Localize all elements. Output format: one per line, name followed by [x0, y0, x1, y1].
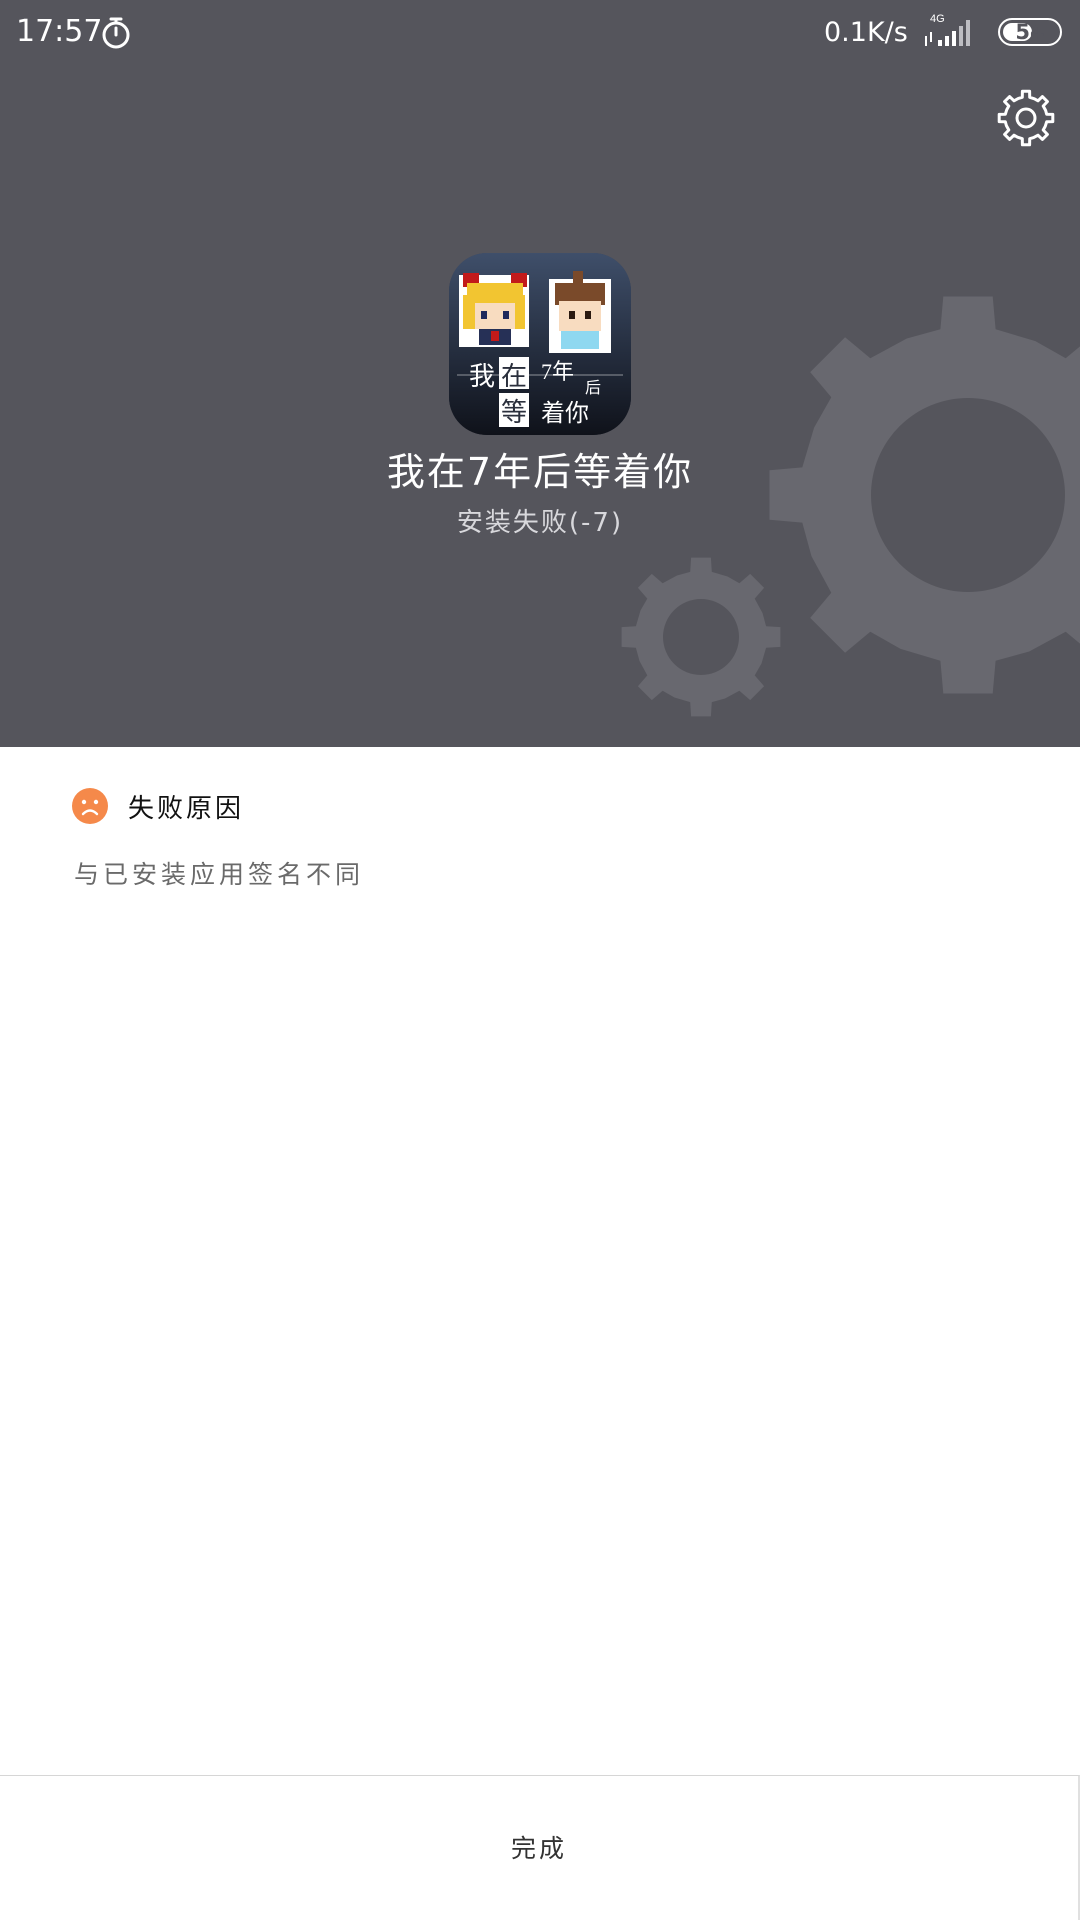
gear-icon[interactable]	[994, 86, 1058, 150]
network-speed: 0.1K/s	[824, 17, 908, 48]
battery-level: 54	[1015, 20, 1045, 44]
install-header: 17:57 0.1K/s 4G 54 我 在 7年 后 等 着你 我在7年后等着…	[0, 0, 1080, 747]
icon-text-2: 在	[501, 362, 527, 391]
failure-reason-text: 与已安装应用签名不同	[74, 860, 365, 889]
install-result-screen: 17:57 0.1K/s 4G 54 我 在 7年 后 等 着你 我在7年后等着…	[0, 0, 1080, 1920]
done-button[interactable]: 完成	[0, 1776, 1078, 1920]
bottom-bar: 完成	[0, 1775, 1080, 1920]
network-type: 4G	[930, 13, 945, 25]
icon-text-1: 我	[469, 362, 495, 391]
failure-reason-title: 失败原因	[128, 793, 245, 824]
install-status: 安装失败(-7)	[456, 508, 624, 538]
signal-4g-icon: 4G	[925, 13, 970, 46]
icon-text-6: 着你	[541, 400, 589, 427]
small-gear-icon	[621, 557, 781, 717]
app-icon: 我 在 7年 后 等 着你	[449, 253, 631, 435]
failure-reason-header: 失败原因	[72, 787, 244, 825]
icon-text-3: 7年	[541, 359, 574, 384]
icon-text-5: 等	[501, 398, 527, 427]
battery-body: 54	[998, 18, 1062, 46]
status-time: 17:57	[16, 14, 103, 49]
stopwatch-icon	[102, 17, 130, 49]
app-name: 我在7年后等着你	[386, 450, 694, 494]
status-bar: 17:57 0.1K/s 4G 54	[0, 0, 1080, 64]
sad-face-icon	[72, 788, 108, 824]
icon-text-4: 后	[585, 379, 601, 397]
battery-indicator: 54	[998, 18, 1062, 46]
